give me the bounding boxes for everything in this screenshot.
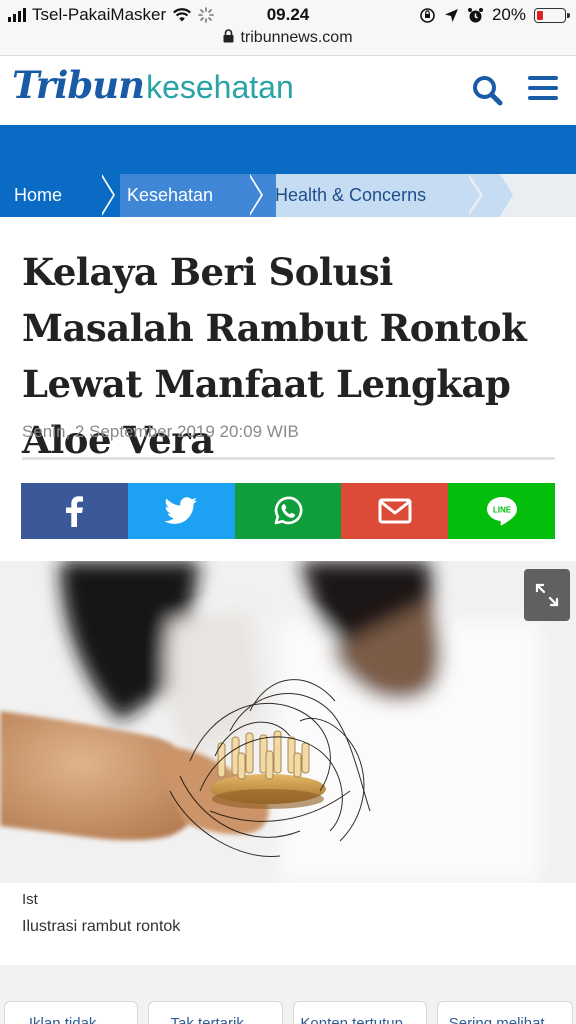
breadcrumb-label: Kesehatan: [127, 185, 214, 205]
image-caption: Ilustrasi rambut rontok: [22, 918, 181, 935]
breadcrumb: Health & Concerns Kesehatan Home: [0, 174, 576, 217]
status-bar: Tsel-PakaiMasker 09.24 20% tribunnews.co…: [0, 0, 576, 56]
battery-fill: [537, 10, 543, 20]
breadcrumb-label: Health & Concerns: [275, 185, 427, 205]
location-icon: [444, 8, 458, 22]
breadcrumb-arrow: [248, 174, 261, 216]
email-icon: [378, 498, 412, 524]
breadcrumb-arrow: [100, 174, 113, 216]
share-facebook-button[interactable]: [21, 483, 128, 539]
twitter-icon: [164, 497, 198, 524]
ad-feedback-button[interactable]: Sering melihat ...: [437, 1001, 573, 1024]
article-date: Senin, 2 September 2019 20:09 WIB: [22, 422, 299, 441]
search-icon: [473, 76, 503, 106]
divider: [22, 457, 555, 460]
share-line-button[interactable]: LINE: [448, 483, 555, 539]
hair-loss-photo: [0, 561, 576, 883]
site-header: Tribun kesehatan: [0, 57, 576, 125]
status-right: 20%: [419, 5, 570, 25]
url-bar[interactable]: tribunnews.com: [0, 29, 576, 48]
facebook-icon: [66, 496, 84, 527]
breadcrumb-arrow: [500, 174, 513, 216]
logo-section: kesehatan: [146, 69, 294, 105]
battery-percent: 20%: [491, 5, 526, 24]
search-button[interactable]: [471, 74, 505, 108]
image-credit: Ist: [22, 891, 38, 908]
orientation-lock-icon: [420, 7, 435, 23]
alarm-icon: [467, 7, 483, 22]
ad-feedback-button[interactable]: Tak tertarik ...: [148, 1001, 283, 1024]
share-email-button[interactable]: [341, 483, 449, 539]
site-logo[interactable]: Tribun kesehatan: [12, 63, 294, 107]
line-icon-label: LINE: [492, 506, 511, 515]
battery-icon: [534, 7, 570, 23]
lock-icon: [223, 29, 234, 48]
breadcrumb-health-concerns[interactable]: Health & Concerns: [250, 174, 500, 217]
ad-feedback-area: Iklan tidak ... Tak tertarik ... Konten …: [0, 965, 576, 1024]
logo-tribun: Tribun: [12, 63, 145, 107]
line-icon: LINE: [486, 497, 517, 526]
ad-feedback-button[interactable]: Iklan tidak ...: [4, 1001, 138, 1024]
menu-button[interactable]: [528, 76, 558, 104]
page: Tsel-PakaiMasker 09.24 20% tribunnews.co…: [0, 0, 576, 1024]
breadcrumb-arrow: [466, 174, 480, 216]
hamburger-icon: [528, 76, 558, 100]
ad-feedback-button[interactable]: Konten tertutup ...: [293, 1001, 427, 1024]
share-bar: LINE: [21, 483, 555, 539]
whatsapp-icon: [274, 496, 303, 525]
expand-image-button[interactable]: [524, 569, 570, 621]
article-image[interactable]: [0, 561, 576, 883]
url-text: tribunnews.com: [240, 29, 353, 46]
breadcrumb-label: Home: [14, 185, 63, 205]
share-twitter-button[interactable]: [127, 483, 235, 539]
nav-band: [0, 125, 576, 174]
expand-icon: [535, 583, 559, 607]
share-whatsapp-button[interactable]: [234, 483, 342, 539]
